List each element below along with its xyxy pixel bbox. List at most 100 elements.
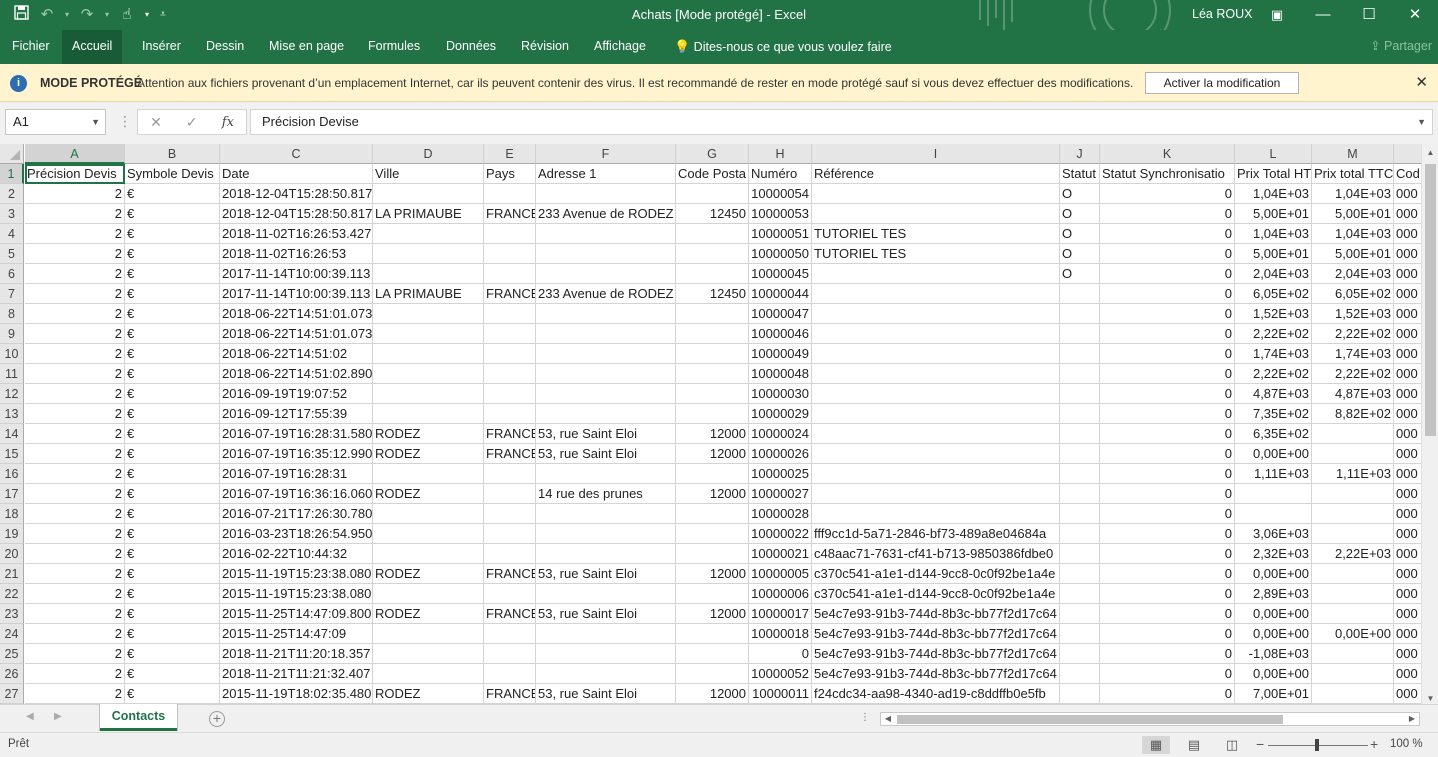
- table-cell[interactable]: [812, 264, 1060, 284]
- table-cell[interactable]: 0: [1100, 604, 1235, 624]
- table-cell[interactable]: €: [125, 604, 220, 624]
- table-cell[interactable]: 000: [1394, 524, 1421, 544]
- table-cell[interactable]: 000: [1394, 264, 1421, 284]
- table-cell[interactable]: [373, 304, 484, 324]
- row-header[interactable]: 3: [0, 204, 24, 224]
- header-cell[interactable]: Cod: [1394, 164, 1421, 184]
- table-cell[interactable]: [536, 244, 676, 264]
- column-header-b[interactable]: B: [125, 144, 220, 164]
- table-cell[interactable]: FRANCE: [484, 604, 536, 624]
- table-cell[interactable]: [484, 484, 536, 504]
- table-cell[interactable]: €: [125, 184, 220, 204]
- table-cell[interactable]: 000: [1394, 444, 1421, 464]
- table-cell[interactable]: 2018-11-21T11:20:18.357: [220, 644, 373, 664]
- table-cell[interactable]: O: [1060, 224, 1100, 244]
- table-cell[interactable]: [373, 224, 484, 244]
- table-cell[interactable]: [373, 584, 484, 604]
- column-header-k[interactable]: K: [1100, 144, 1235, 164]
- table-cell[interactable]: 2,04E+03: [1312, 264, 1394, 284]
- row-header[interactable]: 27: [0, 684, 24, 704]
- undo-icon[interactable]: ↶: [36, 5, 58, 25]
- table-cell[interactable]: 10000048: [749, 364, 812, 384]
- table-cell[interactable]: [1060, 344, 1100, 364]
- table-cell[interactable]: 10000026: [749, 444, 812, 464]
- table-cell[interactable]: 2: [25, 324, 125, 344]
- table-cell[interactable]: 000: [1394, 224, 1421, 244]
- table-cell[interactable]: 6,05E+02: [1235, 284, 1312, 304]
- scroll-up-icon[interactable]: ▲: [1422, 144, 1438, 161]
- table-cell[interactable]: TUTORIEL TES: [812, 244, 1060, 264]
- header-cell[interactable]: Code Posta: [676, 164, 749, 184]
- customize-qat-icon[interactable]: ⩡: [156, 5, 170, 25]
- enter-icon[interactable]: ✓: [186, 114, 198, 131]
- table-cell[interactable]: 10000045: [749, 264, 812, 284]
- table-cell[interactable]: [676, 404, 749, 424]
- horizontal-scroll-thumb[interactable]: [897, 715, 1283, 724]
- table-cell[interactable]: [536, 644, 676, 664]
- zoom-level[interactable]: 100 %: [1390, 738, 1423, 750]
- table-cell[interactable]: [812, 204, 1060, 224]
- table-cell[interactable]: 53, rue Saint Eloi: [536, 424, 676, 444]
- table-cell[interactable]: 2015-11-19T18:02:35.480: [220, 684, 373, 704]
- table-cell[interactable]: 000: [1394, 204, 1421, 224]
- table-cell[interactable]: 2015-11-19T15:23:38.080: [220, 564, 373, 584]
- row-header[interactable]: 19: [0, 524, 24, 544]
- table-cell[interactable]: 2,89E+03: [1235, 584, 1312, 604]
- table-cell[interactable]: 000: [1394, 504, 1421, 524]
- table-cell[interactable]: 7,00E+01: [1235, 684, 1312, 704]
- column-header-n[interactable]: [1394, 144, 1421, 164]
- add-sheet-icon[interactable]: +: [209, 711, 225, 727]
- touch-mode-dropdown-icon[interactable]: ▾: [142, 5, 152, 25]
- table-cell[interactable]: 0: [1100, 364, 1235, 384]
- table-cell[interactable]: 10000025: [749, 464, 812, 484]
- table-cell[interactable]: [1060, 584, 1100, 604]
- row-header[interactable]: 15: [0, 444, 24, 464]
- horizontal-scrollbar[interactable]: ◀ ▶: [880, 712, 1420, 726]
- table-cell[interactable]: FRANCE: [484, 204, 536, 224]
- table-cell[interactable]: [1060, 624, 1100, 644]
- table-cell[interactable]: [1312, 444, 1394, 464]
- table-cell[interactable]: 53, rue Saint Eloi: [536, 604, 676, 624]
- row-header[interactable]: 24: [0, 624, 24, 644]
- table-cell[interactable]: 10000029: [749, 404, 812, 424]
- table-cell[interactable]: [676, 584, 749, 604]
- row-header[interactable]: 10: [0, 344, 24, 364]
- row-header[interactable]: 21: [0, 564, 24, 584]
- table-cell[interactable]: 2,32E+03: [1235, 544, 1312, 564]
- table-cell[interactable]: [676, 184, 749, 204]
- table-cell[interactable]: 0,00E+00: [1312, 624, 1394, 644]
- table-cell[interactable]: [676, 504, 749, 524]
- table-cell[interactable]: RODEZ: [373, 604, 484, 624]
- table-cell[interactable]: 2: [25, 524, 125, 544]
- table-cell[interactable]: 1,04E+03: [1235, 184, 1312, 204]
- table-cell[interactable]: 2018-11-21T11:21:32.407: [220, 664, 373, 684]
- table-cell[interactable]: FRANCE: [484, 424, 536, 444]
- table-cell[interactable]: 0,00E+00: [1235, 564, 1312, 584]
- table-cell[interactable]: [1312, 604, 1394, 624]
- header-cell[interactable]: Numéro: [749, 164, 812, 184]
- table-cell[interactable]: 2,22E+02: [1235, 364, 1312, 384]
- table-cell[interactable]: [373, 244, 484, 264]
- chevron-down-icon[interactable]: ▼: [91, 110, 100, 134]
- tab-view[interactable]: Affichage: [584, 30, 656, 64]
- table-cell[interactable]: [1312, 484, 1394, 504]
- row-header[interactable]: 14: [0, 424, 24, 444]
- column-header-m[interactable]: M: [1312, 144, 1394, 164]
- table-cell[interactable]: 1,11E+03: [1235, 464, 1312, 484]
- table-cell[interactable]: 2: [25, 684, 125, 704]
- table-cell[interactable]: 10000054: [749, 184, 812, 204]
- row-header[interactable]: 9: [0, 324, 24, 344]
- table-cell[interactable]: O: [1060, 264, 1100, 284]
- row-header[interactable]: 6: [0, 264, 24, 284]
- table-cell[interactable]: 2: [25, 644, 125, 664]
- table-cell[interactable]: [676, 264, 749, 284]
- header-cell[interactable]: Prix total TTC: [1312, 164, 1394, 184]
- table-cell[interactable]: [484, 244, 536, 264]
- table-cell[interactable]: 0,00E+00: [1235, 624, 1312, 644]
- table-cell[interactable]: 0: [1100, 304, 1235, 324]
- table-cell[interactable]: [536, 324, 676, 344]
- table-cell[interactable]: [676, 244, 749, 264]
- table-cell[interactable]: f24cdc34-aa98-4340-ad19-c8ddffb0e5fb: [812, 684, 1060, 704]
- table-cell[interactable]: [812, 364, 1060, 384]
- table-cell[interactable]: [373, 344, 484, 364]
